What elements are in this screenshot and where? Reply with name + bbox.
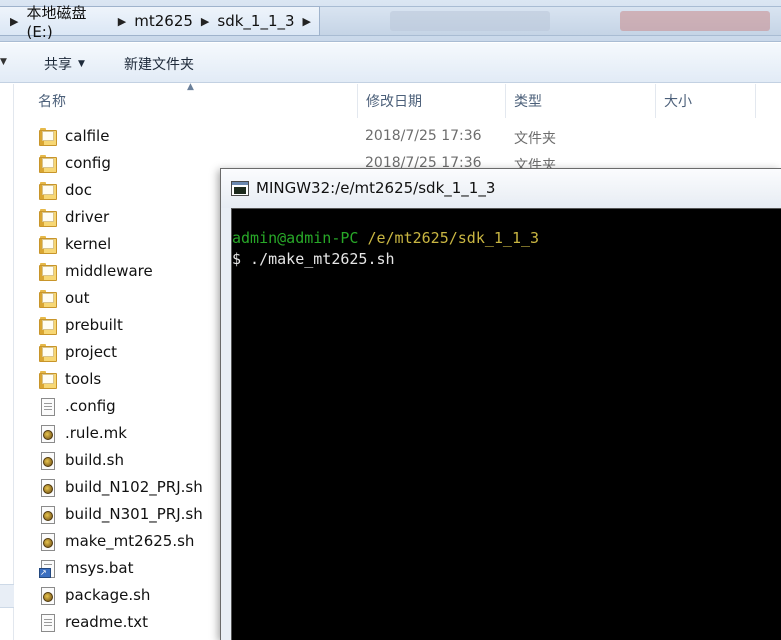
file-name: tools [65,370,102,388]
background-taskbar-strip [320,6,781,36]
prompt-user: admin@admin-PC [232,229,359,247]
share-button[interactable]: 共享 ▼ [44,54,85,74]
shell-script-icon [39,479,57,497]
column-type[interactable]: 类型 [506,84,656,118]
terminal-prompt-line: admin@admin-PC /e/mt2625/sdk_1_1_3 [232,229,539,247]
folder-icon [39,263,57,281]
folder-icon [39,236,57,254]
shell-script-icon [39,425,57,443]
column-size-label: 大小 [664,94,692,110]
file-name: driver [65,208,110,226]
file-name: prebuilt [65,316,123,334]
file-date: 2018/7/25 17:36 [365,128,482,144]
file-name: kernel [65,235,112,253]
chevron-right-icon[interactable]: ▶ [303,15,311,28]
folder-icon [39,317,57,335]
file-name: readme.txt [65,613,149,631]
breadcrumb-item-sdk[interactable]: sdk_1_1_3 [217,12,294,30]
file-name: doc [65,181,92,199]
text-file-icon [39,614,57,632]
column-header: ▲ 名称 修改日期 类型 大小 [15,82,781,118]
shell-script-icon [39,587,57,605]
chevron-right-icon[interactable]: ▶ [201,15,209,28]
column-size[interactable]: 大小 [656,84,756,118]
shell-script-icon [39,452,57,470]
prompt-path: /e/mt2625/sdk_1_1_3 [367,229,540,247]
list-item[interactable]: calfile 2018/7/25 17:36 文件夹 [15,124,781,151]
file-name: build_N301_PRJ.sh [65,505,203,523]
blurred-tab [390,11,550,31]
navigation-selected-item[interactable] [0,584,14,608]
file-name: package.sh [65,586,151,604]
address-bar: ▶ 本地磁盘 (E:) ▶ mt2625 ▶ sdk_1_1_3 ▶ [0,0,781,42]
new-folder-button[interactable]: 新建文件夹 [124,54,194,74]
column-name[interactable]: 名称 [30,84,358,118]
file-name: .config [65,397,116,415]
folder-icon [39,128,57,146]
file-name: msys.bat [65,559,134,577]
file-name: .rule.mk [65,424,127,442]
column-modified[interactable]: 修改日期 [358,84,506,118]
file-name: middleware [65,262,153,280]
terminal-console[interactable]: admin@admin-PC /e/mt2625/sdk_1_1_3 $ ./m… [231,208,781,640]
column-name-label: 名称 [38,94,66,110]
file-name: config [65,154,111,172]
triangle-down-icon[interactable]: ▼ [0,57,7,67]
folder-icon [39,371,57,389]
column-type-label: 类型 [514,94,542,110]
chevron-right-icon[interactable]: ▶ [118,15,126,28]
file-name: calfile [65,127,110,145]
file-type: 文件夹 [514,131,556,147]
column-modified-label: 修改日期 [366,94,422,110]
file-name: out [65,289,90,307]
file-name: make_mt2625.sh [65,532,195,550]
folder-icon [39,209,57,227]
text-file-icon [39,398,57,416]
folder-icon [39,182,57,200]
chevron-right-icon[interactable]: ▶ [10,15,18,28]
shell-script-icon [39,533,57,551]
share-label: 共享 [44,57,72,73]
file-name: build_N102_PRJ.sh [65,478,203,496]
new-folder-label: 新建文件夹 [124,57,194,73]
blurred-tab [620,11,770,31]
terminal-title: MINGW32:/e/mt2625/sdk_1_1_3 [256,179,496,197]
file-name: project [65,343,118,361]
mingw-terminal-window[interactable]: MINGW32:/e/mt2625/sdk_1_1_3 admin@admin-… [220,168,781,640]
navigation-pane[interactable] [0,84,14,640]
batch-file-icon: ↗ [39,560,57,578]
folder-icon [39,344,57,362]
explorer-toolbar: ▼ 共享 ▼ 新建文件夹 [0,43,781,83]
terminal-command-line: $ ./make_mt2625.sh [232,250,395,268]
breadcrumb-item-mt2625[interactable]: mt2625 [134,12,193,30]
triangle-down-icon: ▼ [78,59,85,69]
shell-script-icon [39,506,57,524]
terminal-icon [231,181,249,196]
terminal-title-bar[interactable]: MINGW32:/e/mt2625/sdk_1_1_3 [221,169,781,208]
folder-icon [39,155,57,173]
file-name: build.sh [65,451,124,469]
breadcrumb-item-drive[interactable]: 本地磁盘 (E:) [26,2,109,41]
breadcrumb[interactable]: ▶ 本地磁盘 (E:) ▶ mt2625 ▶ sdk_1_1_3 ▶ [0,4,320,41]
folder-icon [39,290,57,308]
